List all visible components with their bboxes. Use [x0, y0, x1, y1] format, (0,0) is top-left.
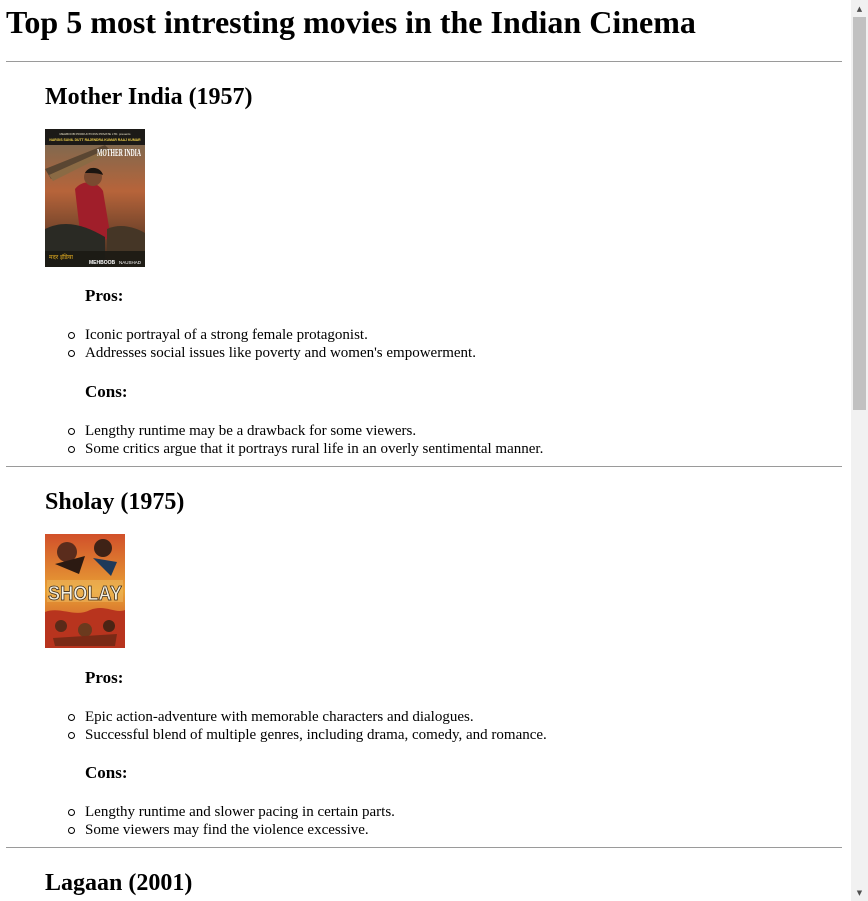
- list-item: Epic action-adventure with memorable cha…: [68, 708, 851, 726]
- cons-heading: Cons:: [85, 763, 128, 782]
- list-item: Some critics argue that it portrays rura…: [68, 440, 851, 458]
- poster-footer-left: मदर इंडिया: [49, 253, 73, 261]
- cons-list: Lengthy runtime may be a drawback for so…: [45, 422, 851, 458]
- pros-heading: Pros:: [85, 668, 124, 687]
- poster-credits-cast: NARGIS SUNIL DUTT RAJENDRA KUMAR RAAJ KU…: [49, 138, 141, 142]
- list-item: Lengthy runtime and slower pacing in cer…: [68, 803, 851, 821]
- list-item: Addresses social issues like poverty and…: [68, 344, 851, 362]
- poster-title-text: SHOLAY: [48, 583, 123, 605]
- movie-title: Lagaan (2001): [45, 870, 193, 896]
- pros-list: Iconic portrayal of a strong female prot…: [45, 326, 851, 362]
- movie-title: Mother India (1957): [45, 84, 253, 110]
- cons-list: Lengthy runtime and slower pacing in cer…: [45, 803, 851, 839]
- page-content: Top 5 most intresting movies in the Indi…: [0, 0, 851, 901]
- page-title: Top 5 most intresting movies in the Indi…: [6, 4, 696, 40]
- poster-footer-right: NAUSHAD: [119, 260, 142, 265]
- list-item: Some viewers may find the violence exces…: [68, 821, 851, 839]
- list-item: Lengthy runtime may be a drawback for so…: [68, 422, 851, 440]
- page: Top 5 most intresting movies in the Indi…: [0, 0, 868, 901]
- list-item: Successful blend of multiple genres, inc…: [68, 726, 851, 744]
- scrollbar-thumb[interactable]: [853, 17, 866, 410]
- vertical-scrollbar[interactable]: ▲ ▼: [851, 0, 868, 901]
- poster-sholay: SHOLAY: [45, 534, 125, 648]
- pros-list: Epic action-adventure with memorable cha…: [45, 708, 851, 744]
- movie-title: Sholay (1975): [45, 489, 185, 515]
- divider: [6, 61, 842, 62]
- list-item: Iconic portrayal of a strong female prot…: [68, 326, 851, 344]
- poster-footer-mid: MEHBOOB: [89, 260, 116, 266]
- poster-title-text: MOTHER INDIA: [97, 147, 141, 159]
- poster-mother-india: MEHBOOB PRODUCTIONS PRIVATE LTD. present…: [45, 129, 145, 267]
- pros-heading: Pros:: [85, 286, 124, 305]
- scroll-up-arrow-icon[interactable]: ▲: [851, 0, 868, 17]
- scroll-down-arrow-icon[interactable]: ▼: [851, 884, 868, 901]
- cons-heading: Cons:: [85, 382, 128, 401]
- divider: [6, 466, 842, 467]
- poster-credits-top: MEHBOOB PRODUCTIONS PRIVATE LTD. present…: [59, 132, 131, 136]
- divider: [6, 847, 842, 848]
